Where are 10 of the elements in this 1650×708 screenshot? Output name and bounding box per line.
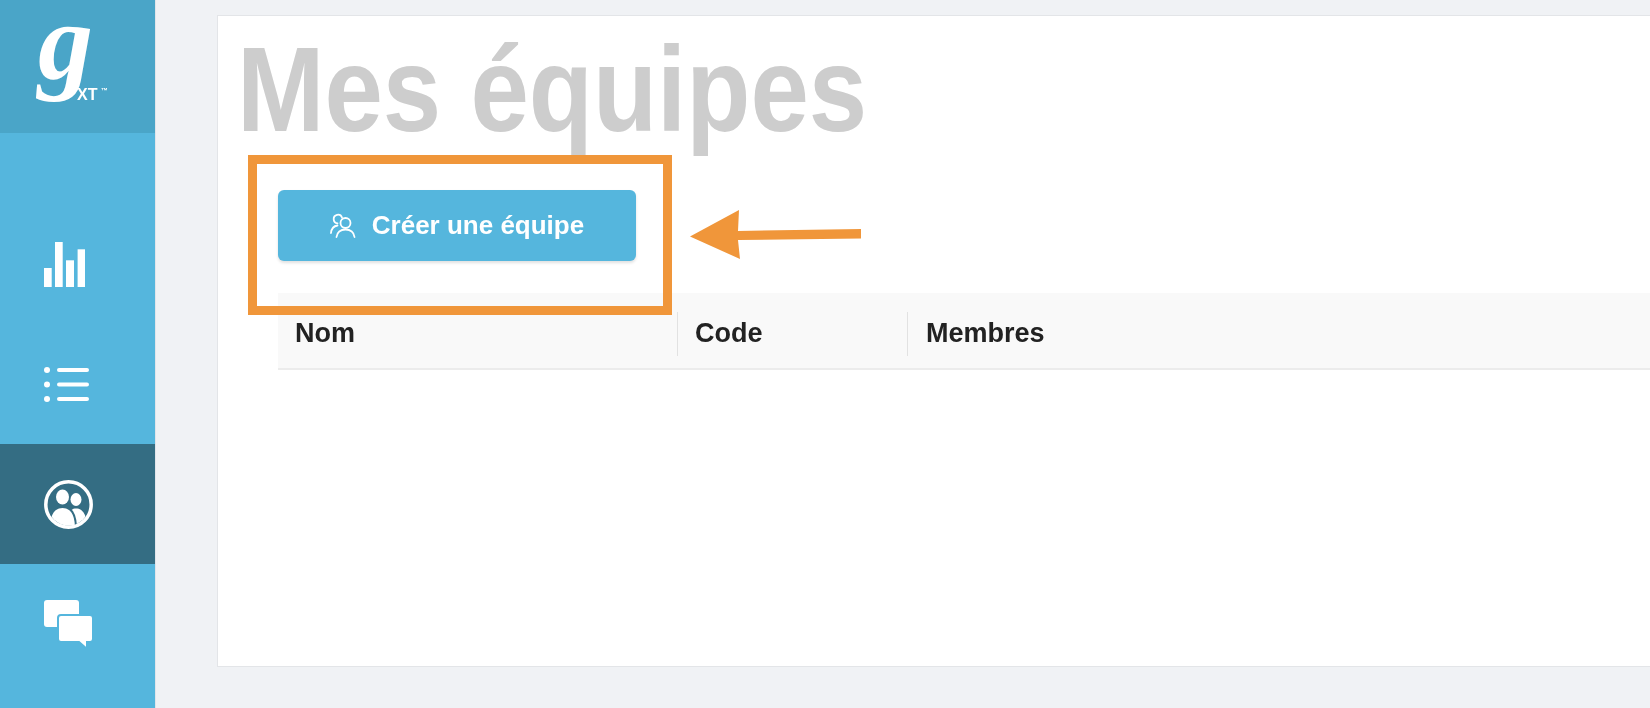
column-header: Code	[695, 318, 763, 349]
team-icon	[329, 213, 356, 238]
team-icon	[44, 479, 93, 529]
bar-chart-icon	[44, 241, 85, 287]
list-icon	[44, 366, 89, 402]
column-header: Nom	[295, 318, 355, 349]
sidebar-item[interactable]	[0, 444, 155, 564]
chat-icon	[44, 599, 93, 649]
column-header: Membres	[926, 318, 1045, 349]
create-team-button[interactable]: Créer une équipe	[278, 190, 636, 261]
